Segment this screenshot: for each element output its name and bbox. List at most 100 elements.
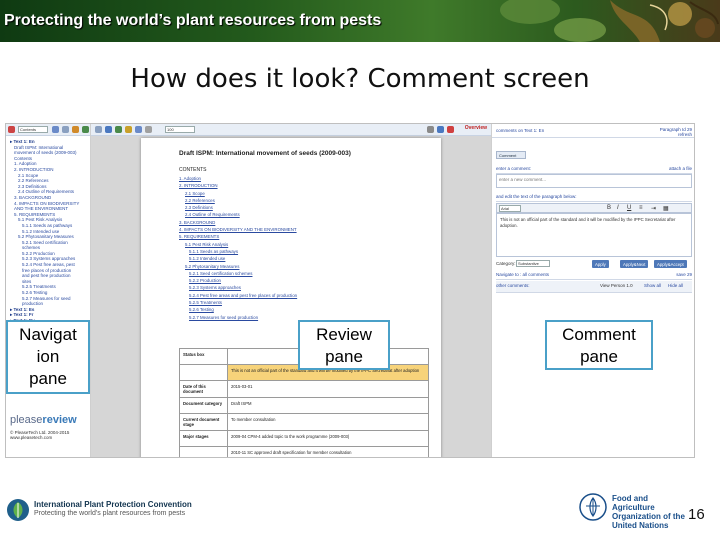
- print-icon[interactable]: [62, 126, 69, 133]
- toc-link[interactable]: 5.2.3 Systems approaches: [179, 284, 429, 291]
- zoom-in-icon[interactable]: [145, 126, 152, 133]
- pleasereview-logo: pleasereview: [10, 414, 77, 426]
- ippc-logo-icon: [7, 499, 29, 521]
- toc-link[interactable]: 2. INTRODUCTION: [179, 182, 429, 189]
- comment-header: comments on Text 1: En Paragraph Id 29 r…: [492, 124, 694, 138]
- editor-toolbar: Arial B I U ≡ ⇥ ▦: [496, 203, 692, 213]
- toc-link[interactable]: 2.1 Scope: [179, 190, 429, 197]
- apply-button[interactable]: Apply: [592, 260, 609, 268]
- review-toolbar: 100 Overview: [91, 124, 491, 136]
- paragraph-editor[interactable]: This is not an official part of the stan…: [496, 213, 692, 257]
- help-icon[interactable]: [52, 126, 59, 133]
- table-key-cell: [179, 364, 228, 381]
- hide-all-link[interactable]: Hide all: [668, 283, 683, 288]
- navigation-pane: Contents ▸ Text 1: En Draft ISPM: Interna…: [6, 124, 91, 457]
- save-label: save 29: [676, 272, 692, 277]
- toc-link[interactable]: 4. IMPACTS ON BIODIVERSITY AND THE ENVIR…: [179, 226, 429, 233]
- edit-paragraph-label: and edit the text of the paragraph below…: [496, 194, 692, 202]
- ippc-name: International Plant Protection Conventio…: [34, 500, 192, 509]
- settings-icon[interactable]: [115, 126, 122, 133]
- bold-icon[interactable]: B: [607, 205, 611, 211]
- apply-accept-button[interactable]: Apply&Accept: [654, 260, 687, 268]
- layout-icon[interactable]: [95, 126, 102, 133]
- comment-pane-callout-text: Comment pane: [562, 325, 636, 366]
- toc-link[interactable]: 2.2 References: [179, 197, 429, 204]
- table-value-cell: 2015-03-01: [227, 380, 429, 398]
- review-pane: 100 Overview Draft ISPM: International m…: [91, 124, 491, 457]
- other-comments-label: other comments:: [496, 283, 530, 288]
- font-select[interactable]: Arial: [499, 205, 521, 212]
- table-value-cell: To member consultation: [227, 413, 429, 431]
- search-icon[interactable]: [135, 126, 142, 133]
- table-key-cell: Status box: [179, 348, 228, 365]
- table-icon[interactable]: ▦: [663, 205, 669, 212]
- toc-link[interactable]: 2.3 Definitions: [179, 204, 429, 211]
- table-row: 2010-11 SC approved draft specification …: [179, 446, 429, 457]
- other-comments-row: other comments: View Person 1.0 Show all…: [496, 281, 692, 293]
- table-row: Major stages 2009-04 CPM-4 added topic to…: [179, 430, 429, 447]
- toc-link[interactable]: 5.2 Phytosanitary Measures: [179, 263, 429, 270]
- review-pane-callout: Review pane: [298, 320, 390, 370]
- view-person-select[interactable]: View Person 1.0: [600, 283, 633, 288]
- copyright-text: © PleaseTech Ltd. 2004-2015 www.pleasete…: [10, 430, 70, 440]
- info-icon[interactable]: [437, 126, 444, 133]
- toc-link[interactable]: 5.2.4 Pest free areas and pest free plac…: [179, 292, 429, 299]
- banner-title: Protecting the world’s plant resources f…: [4, 12, 382, 29]
- list-icon[interactable]: ≡: [639, 205, 643, 211]
- refresh-icon[interactable]: [82, 126, 89, 133]
- table-row: Date of this document 2015-03-01: [179, 380, 429, 398]
- toc-link[interactable]: 5.2.2 Production: [179, 277, 429, 284]
- table-key-cell: [179, 446, 228, 457]
- table-value-cell: 2010-11 SC approved draft specification …: [227, 446, 429, 457]
- toc-link[interactable]: 5. REQUIREMENTS: [179, 233, 429, 240]
- category-label: Category:: [496, 261, 516, 266]
- table-key-cell: Document category: [179, 397, 228, 414]
- document-icon[interactable]: [8, 126, 15, 133]
- table-value-cell: 2009-04 CPM-4 added topic to the work pr…: [227, 430, 429, 447]
- zoom-select[interactable]: 100: [165, 126, 195, 133]
- slide-title: How does it look? Comment screen: [130, 64, 590, 94]
- help-icon[interactable]: [105, 126, 112, 133]
- toc-link[interactable]: 1. Adoption: [179, 175, 429, 182]
- attach-file-link[interactable]: attach a file: [669, 166, 692, 171]
- navigation-pane-callout-text: Navigat ion pane: [19, 325, 77, 388]
- category-select[interactable]: Substantive: [516, 260, 550, 267]
- italic-icon[interactable]: I: [617, 205, 619, 211]
- refresh-link[interactable]: refresh: [660, 132, 692, 137]
- gear-icon[interactable]: [427, 126, 434, 133]
- toc-link[interactable]: 5.2.1 Seed certification schemes: [179, 270, 429, 277]
- underline-icon[interactable]: U: [627, 205, 631, 211]
- toc-link[interactable]: 5.1.2 Intended use: [179, 255, 429, 262]
- navigate-label[interactable]: Navigate to : all comments: [496, 272, 549, 277]
- show-all-link[interactable]: Show all: [644, 283, 661, 288]
- toc-link[interactable]: 3. BACKGROUND: [179, 219, 429, 226]
- toc-link[interactable]: 2.4 Outline of Requirements: [179, 211, 429, 218]
- page-number: 16: [688, 506, 705, 523]
- comment-title: comments on Text 1: En: [496, 128, 545, 133]
- comment-icon[interactable]: [125, 126, 132, 133]
- toc-link[interactable]: 5.1.1 Seeds as pathways: [179, 248, 429, 255]
- comment-pane-callout: Comment pane: [545, 320, 653, 370]
- enter-comment-row: enter a comment: attach a file: [496, 166, 692, 174]
- toc-link[interactable]: 5.1 Pest Risk Analysis: [179, 241, 429, 248]
- application-screenshot: Contents ▸ Text 1: En Draft ISPM: Interna…: [5, 123, 695, 458]
- indent-icon[interactable]: ⇥: [651, 205, 656, 212]
- navigation-tree: ▸ Text 1: En Draft ISPM: International mov…: [6, 136, 90, 324]
- nav-tree-item[interactable]: movement of seeds (2009-003): [10, 150, 87, 156]
- settings-icon[interactable]: [72, 126, 79, 133]
- overview-link[interactable]: Overview: [465, 125, 487, 131]
- comment-tab[interactable]: Comment: [496, 151, 526, 159]
- apply-next-button[interactable]: Apply&Next: [620, 260, 649, 268]
- comment-input[interactable]: enter a new comment...: [496, 174, 692, 188]
- nav-toolbar: Contents: [6, 124, 90, 136]
- close-icon[interactable]: [447, 126, 454, 133]
- fao-name: Food and Agriculture Organization of the…: [612, 494, 685, 530]
- toc-heading: CONTENTS: [179, 167, 207, 173]
- contents-dropdown[interactable]: Contents: [18, 126, 48, 133]
- ippc-tagline: Protecting the world's plant resources f…: [34, 510, 186, 517]
- table-key-cell: Current document stage: [179, 413, 228, 431]
- banner-plant-illustration: [500, 0, 719, 42]
- document-title: Draft ISPM: International movement of se…: [179, 150, 351, 157]
- toc-link[interactable]: 5.2.6 Testing: [179, 306, 429, 313]
- toc-link[interactable]: 5.2.5 Treatments: [179, 299, 429, 306]
